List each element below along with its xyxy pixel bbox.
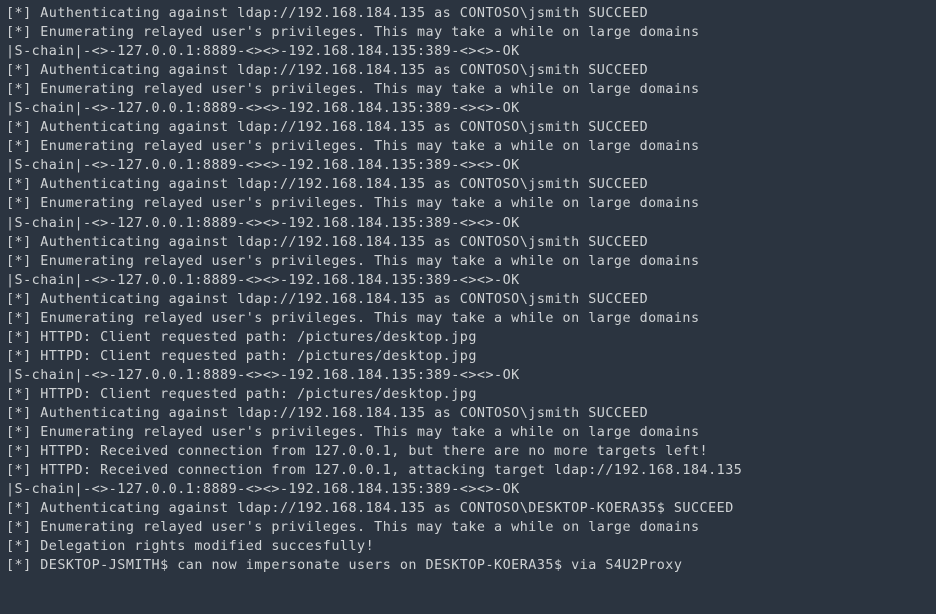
output-line: [*] Authenticating against ldap://192.16… [6,233,930,252]
output-line: [*] Enumerating relayed user's privilege… [6,23,930,42]
output-line: |S-chain|-<>-127.0.0.1:8889-<><>-192.168… [6,366,930,385]
output-line: [*] HTTPD: Received connection from 127.… [6,442,930,461]
output-line: [*] Authenticating against ldap://192.16… [6,175,930,194]
output-line: [*] Authenticating against ldap://192.16… [6,118,930,137]
output-line: [*] HTTPD: Client requested path: /pictu… [6,328,930,347]
output-line: [*] Enumerating relayed user's privilege… [6,518,930,537]
output-line: [*] Enumerating relayed user's privilege… [6,423,930,442]
output-line: [*] Enumerating relayed user's privilege… [6,309,930,328]
output-line: |S-chain|-<>-127.0.0.1:8889-<><>-192.168… [6,42,930,61]
terminal-output: [*] Authenticating against ldap://192.16… [0,0,936,579]
output-line: [*] Authenticating against ldap://192.16… [6,4,930,23]
output-line: |S-chain|-<>-127.0.0.1:8889-<><>-192.168… [6,214,930,233]
output-line: [*] Authenticating against ldap://192.16… [6,404,930,423]
output-line: |S-chain|-<>-127.0.0.1:8889-<><>-192.168… [6,99,930,118]
output-line: [*] Enumerating relayed user's privilege… [6,252,930,271]
output-line: [*] Authenticating against ldap://192.16… [6,290,930,309]
output-line: |S-chain|-<>-127.0.0.1:8889-<><>-192.168… [6,480,930,499]
output-line: [*] HTTPD: Client requested path: /pictu… [6,385,930,404]
output-line: [*] DESKTOP-JSMITH$ can now impersonate … [6,556,930,575]
output-line: |S-chain|-<>-127.0.0.1:8889-<><>-192.168… [6,156,930,175]
output-line: [*] HTTPD: Received connection from 127.… [6,461,930,480]
output-line: [*] Authenticating against ldap://192.16… [6,499,930,518]
output-line: [*] HTTPD: Client requested path: /pictu… [6,347,930,366]
output-line: [*] Enumerating relayed user's privilege… [6,80,930,99]
output-line: [*] Delegation rights modified succesful… [6,537,930,556]
output-line: |S-chain|-<>-127.0.0.1:8889-<><>-192.168… [6,271,930,290]
output-line: [*] Enumerating relayed user's privilege… [6,194,930,213]
output-line: [*] Authenticating against ldap://192.16… [6,61,930,80]
output-line: [*] Enumerating relayed user's privilege… [6,137,930,156]
